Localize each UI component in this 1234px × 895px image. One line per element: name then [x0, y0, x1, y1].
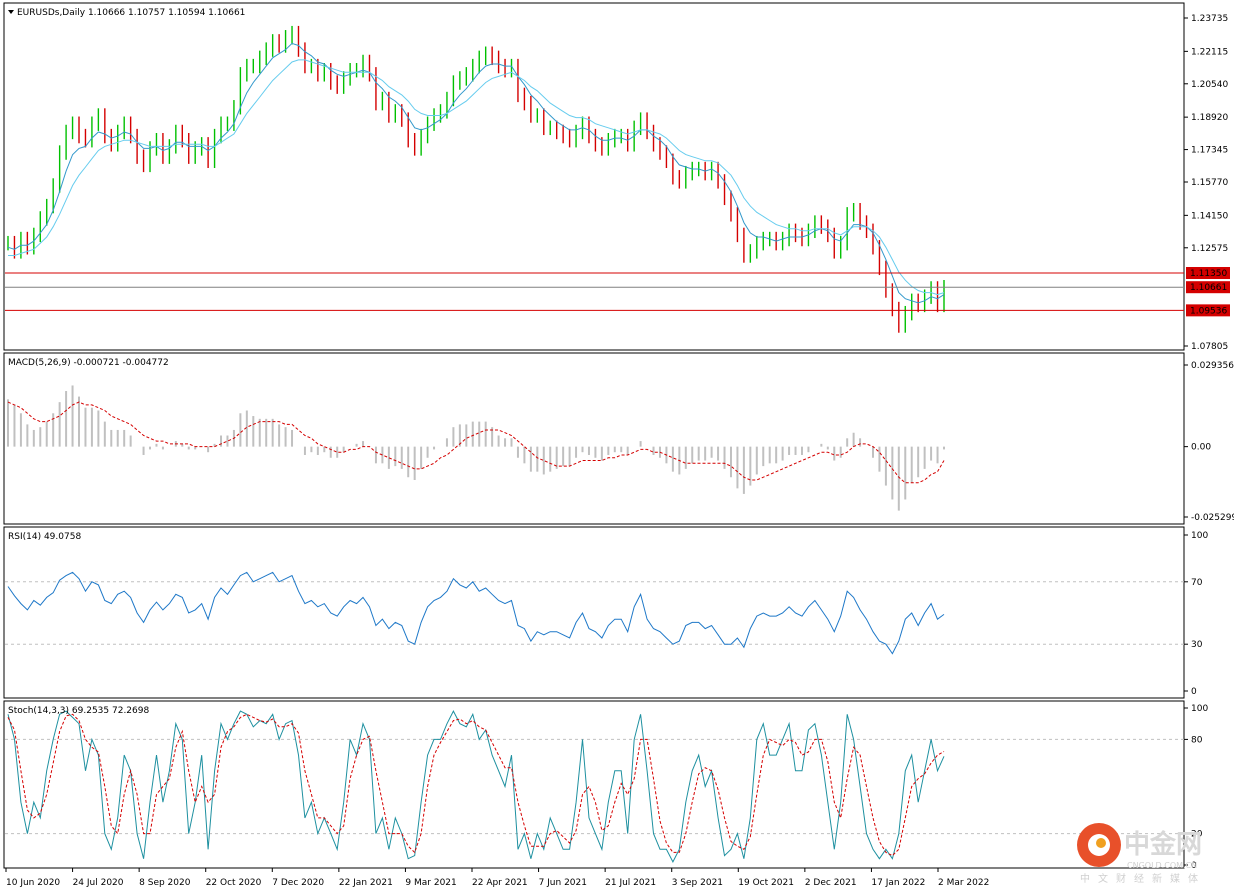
x-tick-label: 7 Dec 2020	[272, 878, 324, 888]
y-tick-label: 100	[1191, 531, 1208, 541]
x-tick-label: 8 Sep 2020	[139, 878, 191, 888]
x-tick-label: 10 Jun 2020	[6, 878, 60, 888]
x-tick-label: 2 Mar 2022	[938, 878, 989, 888]
rsi-header: RSI(14) 49.0758	[8, 532, 81, 542]
rsi-panel	[3, 526, 1185, 699]
y-tick-label: 30	[1191, 640, 1203, 650]
y-tick-label: 1.20540	[1191, 80, 1228, 90]
watermark-name: 中金网	[1124, 829, 1202, 860]
x-tick-label: 24 Jul 2020	[73, 878, 124, 888]
x-tick-label: 22 Jan 2021	[339, 878, 393, 888]
watermark-slogan: 中文财经新媒体	[1080, 872, 1206, 885]
x-tick-label: 3 Sep 2021	[672, 878, 723, 888]
x-tick-label: 7 Jun 2021	[539, 878, 587, 888]
main-price-panel	[3, 2, 1185, 351]
stoch-header: Stoch(14,3,3) 69.2535 72.2698	[8, 706, 149, 716]
price-label-text: 1.09536	[1190, 306, 1227, 316]
y-tick-label: 1.14150	[1191, 211, 1228, 221]
y-tick-label: 0.00	[1191, 443, 1211, 453]
watermark: 中金网 CNGOLD.COM.CN 中文财经新媒体	[1077, 823, 1206, 885]
y-tick-label: 1.17345	[1191, 146, 1228, 156]
stoch-panel	[3, 700, 1185, 869]
logo-dot-icon	[1096, 838, 1106, 848]
y-tick-label: 100	[1191, 704, 1208, 714]
macd-header: MACD(5,26,9) -0.000721 -0.004772	[8, 358, 169, 368]
price-label-text: 1.10661	[1190, 283, 1227, 293]
trading-chart: 1.23735 1.22115 1.20540 1.18920 1.17345 1.157…	[3, 2, 1234, 888]
x-tick-label: 2 Dec 2021	[805, 878, 857, 888]
x-tick-label: 22 Oct 2020	[206, 878, 262, 888]
macd-panel	[3, 352, 1185, 525]
x-tick-label: 22 Apr 2021	[472, 878, 528, 888]
x-tick-label: 17 Jan 2022	[871, 878, 925, 888]
y-tick-label: 1.12575	[1191, 244, 1228, 254]
y-tick-label: 0.029356	[1191, 361, 1234, 371]
y-tick-label: -0.025299	[1191, 513, 1234, 523]
y-tick-label: 1.22115	[1191, 47, 1228, 57]
y-tick-label: 1.07805	[1191, 342, 1228, 352]
x-tick-label: 19 Oct 2021	[738, 878, 794, 888]
price-label-text: 1.11350	[1190, 269, 1227, 279]
y-tick-label: 70	[1191, 578, 1203, 588]
y-tick-label: 1.15770	[1191, 178, 1228, 188]
y-tick-label: 1.23735	[1191, 14, 1228, 24]
x-tick-label: 21 Jul 2021	[605, 878, 656, 888]
watermark-site: CNGOLD.COM.CN	[1127, 861, 1197, 870]
x-tick-label: 9 Mar 2021	[405, 878, 456, 888]
y-tick-label: 1.18920	[1191, 113, 1228, 123]
main-header: EURUSDs,Daily 1.10666 1.10757 1.10594 1.…	[17, 8, 245, 18]
y-tick-label: 0	[1191, 687, 1197, 697]
y-tick-label: 80	[1191, 735, 1203, 745]
